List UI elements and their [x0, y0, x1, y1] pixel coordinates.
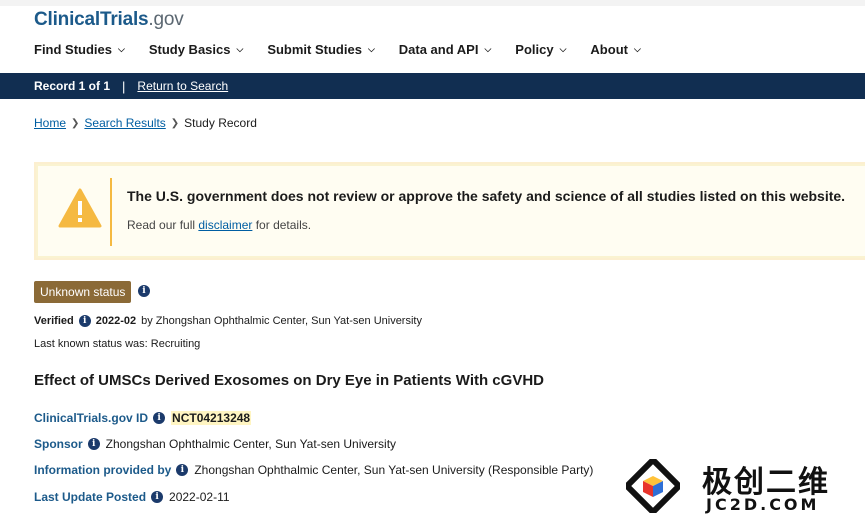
status-badge: Unknown status — [34, 281, 132, 303]
field-last-update: Last Update Posted i 2022-02-11 — [34, 490, 230, 504]
field-nct-id: ClinicalTrials.gov ID i NCT04213248 — [34, 411, 252, 425]
top-strip — [0, 0, 865, 6]
nav-label: Study Basics — [148, 42, 231, 57]
nav-label: Policy — [515, 42, 554, 57]
record-separator: | — [122, 78, 126, 94]
disclaimer-link[interactable]: disclaimer — [198, 218, 252, 232]
watermark: 极创二维 JC2D.COM — [622, 455, 865, 519]
info-icon[interactable]: i — [138, 285, 150, 297]
provided-value: Zhongshan Ophthalmic Center, Sun Yat-sen… — [194, 463, 594, 477]
nav-label: Find Studies — [34, 42, 112, 57]
verified-label: Verified — [34, 315, 74, 327]
warning-icon — [58, 188, 102, 228]
info-icon[interactable]: i — [151, 491, 164, 503]
study-title: Effect of UMSCs Derived Exosomes on Dry … — [34, 372, 544, 389]
field-label: Information provided by — [34, 463, 172, 477]
nct-id-value: NCT04213248 — [171, 411, 252, 425]
last-known-status: Last known status was: Recruiting — [34, 338, 201, 350]
field-label: ClinicalTrials.gov ID — [34, 411, 149, 425]
nav-label: Data and API — [398, 42, 479, 57]
field-label: Sponsor — [34, 437, 83, 451]
verified-by: by Zhongshan Ophthalmic Center, Sun Yat-… — [141, 315, 422, 327]
info-icon[interactable]: i — [176, 464, 189, 476]
verified-date: 2022-02 — [95, 315, 137, 327]
watermark-logo-icon — [626, 459, 680, 513]
sponsor-value: Zhongshan Ophthalmic Center, Sun Yat-sen… — [105, 437, 397, 451]
verified-line: Verified i 2022-02 by Zhongshan Ophthalm… — [34, 315, 422, 327]
nav-submit-studies[interactable]: Submit Studies ⌵ — [267, 42, 374, 57]
disclaimer-alert: The U.S. government does not review or a… — [34, 162, 865, 260]
watermark-en: JC2D.COM — [706, 495, 820, 514]
nav-find-studies[interactable]: Find Studies ⌵ — [34, 42, 125, 57]
chevron-down-icon: ⌵ — [559, 44, 567, 54]
site-logo[interactable]: ClinicalTrials.gov — [34, 9, 184, 31]
nav-label: About — [590, 42, 628, 57]
field-label: Last Update Posted — [34, 490, 147, 504]
info-icon[interactable]: i — [87, 438, 100, 450]
breadcrumb: Home ❯ Search Results ❯ Study Record — [34, 116, 257, 130]
breadcrumb-current: Study Record — [184, 116, 257, 130]
nav-label: Submit Studies — [267, 42, 362, 57]
nav-data-and-api[interactable]: Data and API ⌵ — [399, 42, 492, 57]
alert-text-after: for details. — [252, 218, 312, 232]
return-to-search-link[interactable]: Return to Search — [137, 79, 228, 93]
field-sponsor: Sponsor i Zhongshan Ophthalmic Center, S… — [34, 437, 396, 451]
info-icon[interactable]: i — [153, 412, 166, 424]
record-bar: Record 1 of 1 | Return to Search — [0, 73, 865, 99]
record-count: Record 1 of 1 — [34, 79, 111, 93]
chevron-right-icon: ❯ — [170, 117, 180, 129]
field-information-provided: Information provided by i Zhongshan Opht… — [34, 463, 593, 477]
chevron-down-icon: ⌵ — [118, 44, 125, 54]
chevron-down-icon: ⌵ — [236, 44, 244, 54]
nav-policy[interactable]: Policy ⌵ — [515, 42, 566, 57]
alert-divider — [110, 178, 112, 246]
nav-about[interactable]: About ⌵ — [590, 42, 640, 57]
chevron-down-icon: ⌵ — [367, 44, 375, 54]
breadcrumb-home[interactable]: Home — [34, 116, 66, 130]
alert-text: Read our full disclaimer for details. — [127, 218, 311, 232]
alert-title: The U.S. government does not review or a… — [127, 188, 846, 204]
alert-text-before: Read our full — [127, 218, 199, 232]
chevron-right-icon: ❯ — [71, 117, 80, 129]
logo-suffix: .gov — [148, 9, 184, 30]
main-nav: Find Studies ⌵ Study Basics ⌵ Submit Studi… — [34, 42, 665, 57]
chevron-down-icon: ⌵ — [484, 44, 492, 54]
breadcrumb-search-results[interactable]: Search Results — [84, 116, 165, 130]
logo-main: ClinicalTrials — [34, 9, 149, 30]
last-update-value: 2022-02-11 — [169, 490, 230, 504]
nav-study-basics[interactable]: Study Basics ⌵ — [149, 42, 243, 57]
info-icon[interactable]: i — [78, 315, 91, 327]
chevron-down-icon: ⌵ — [633, 44, 641, 54]
